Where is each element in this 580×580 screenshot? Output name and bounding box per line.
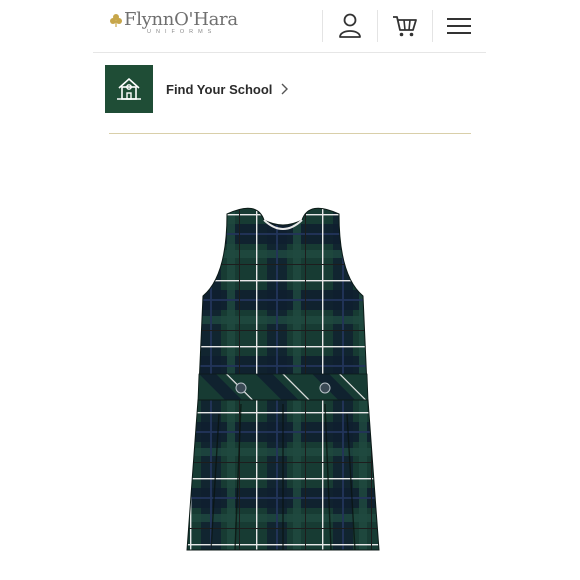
logo-tagline: UNIFORMS [147, 29, 217, 35]
schoolhouse-icon [117, 78, 141, 100]
school-icon-tile [105, 65, 153, 113]
jumper-waistband [197, 373, 369, 401]
find-your-school-label: Find Your School [166, 81, 273, 97]
product-image-jumper[interactable] [179, 204, 387, 552]
header-divider [322, 10, 323, 42]
find-your-school-link[interactable]: Find Your School [105, 65, 335, 113]
shamrock-icon [110, 14, 122, 27]
waist-button-right [319, 382, 331, 394]
cart-button[interactable] [388, 10, 422, 42]
logo-wordmark: FlynnO'Hara [124, 9, 238, 30]
account-button[interactable] [333, 10, 367, 42]
section-divider [109, 133, 471, 134]
user-icon [339, 13, 361, 38]
flynn-ohara-logo[interactable]: FlynnO'Hara UNIFORMS [109, 10, 249, 44]
chevron-right-icon [281, 83, 289, 95]
menu-button[interactable] [442, 10, 476, 42]
header-divider [377, 10, 378, 42]
jumper-bodice [198, 207, 368, 387]
header-divider [432, 10, 433, 42]
page: FlynnO'Hara UNIFORMS Find Your School [93, 0, 486, 580]
waist-button-left [235, 382, 247, 394]
cart-icon [393, 16, 417, 37]
site-header: FlynnO'Hara UNIFORMS [93, 0, 486, 53]
hamburger-menu-icon [447, 18, 471, 34]
